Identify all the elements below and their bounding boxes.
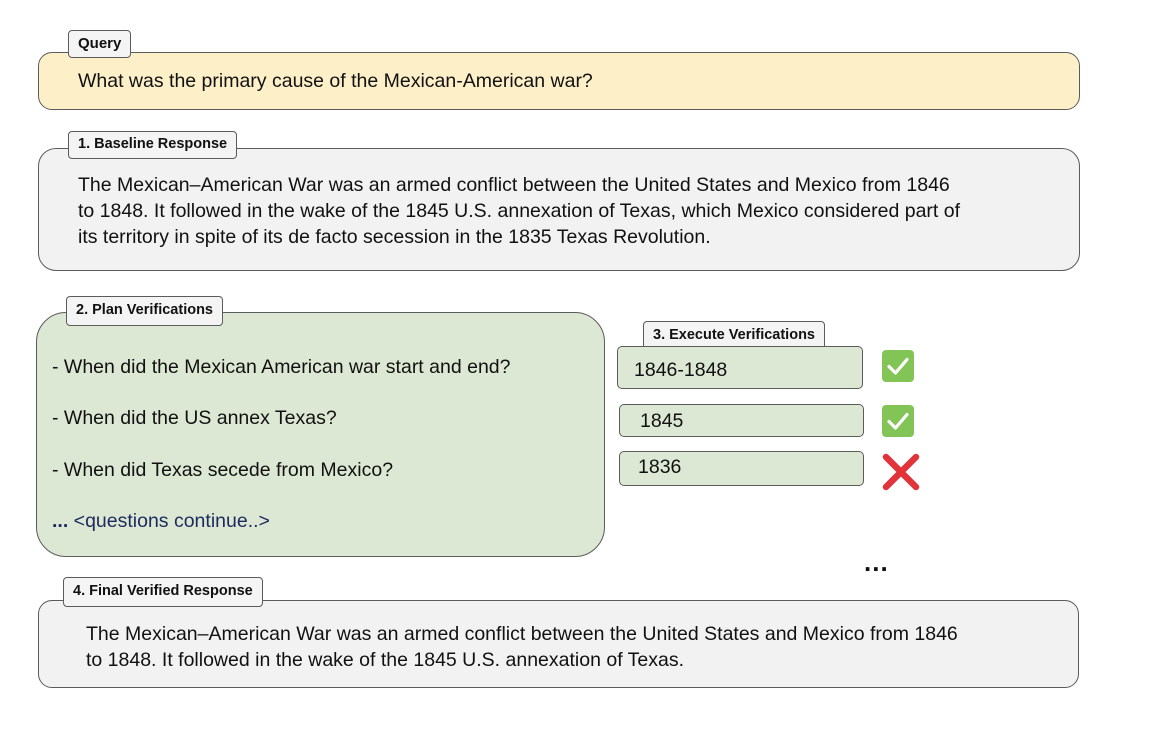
plan-verifications-label: 2. Plan Verifications bbox=[66, 296, 223, 326]
baseline-response-label: 1. Baseline Response bbox=[68, 131, 238, 159]
check-mark-icon bbox=[882, 405, 914, 437]
check-mark-icon bbox=[882, 350, 914, 382]
verification-answer: 1845 bbox=[619, 404, 864, 437]
baseline-line: to 1848. It followed in the wake of the … bbox=[78, 200, 961, 222]
final-verified-response-label: 4. Final Verified Response bbox=[63, 577, 263, 607]
verification-answer: 1836 bbox=[619, 451, 864, 486]
baseline-response-text: The Mexican–American War was an armed co… bbox=[78, 172, 1063, 250]
verification-answer: 1846-1848 bbox=[617, 346, 863, 389]
cross-mark-icon bbox=[881, 452, 921, 492]
baseline-line: The Mexican–American War was an armed co… bbox=[78, 174, 950, 196]
verification-question: - When did Texas secede from Mexico? bbox=[52, 459, 394, 481]
verification-question: - When did the Mexican American war star… bbox=[52, 356, 511, 378]
final-line: to 1848. It followed in the wake of the … bbox=[86, 649, 685, 671]
final-verified-response-text: The Mexican–American War was an armed co… bbox=[86, 621, 1066, 673]
verification-question: - When did the US annex Texas? bbox=[52, 407, 337, 429]
query-label: Query bbox=[68, 30, 132, 58]
questions-continue-dots: ... bbox=[52, 510, 69, 532]
questions-continue-text: ... <questions continue..> bbox=[52, 509, 270, 533]
query-text: What was the primary cause of the Mexica… bbox=[78, 70, 593, 92]
baseline-line: its territory in spite of its de facto s… bbox=[78, 226, 711, 248]
final-line: The Mexican–American War was an armed co… bbox=[86, 623, 958, 645]
questions-continue-label: <questions continue..> bbox=[68, 510, 270, 532]
more-verifications-ellipsis: ... bbox=[864, 547, 889, 577]
